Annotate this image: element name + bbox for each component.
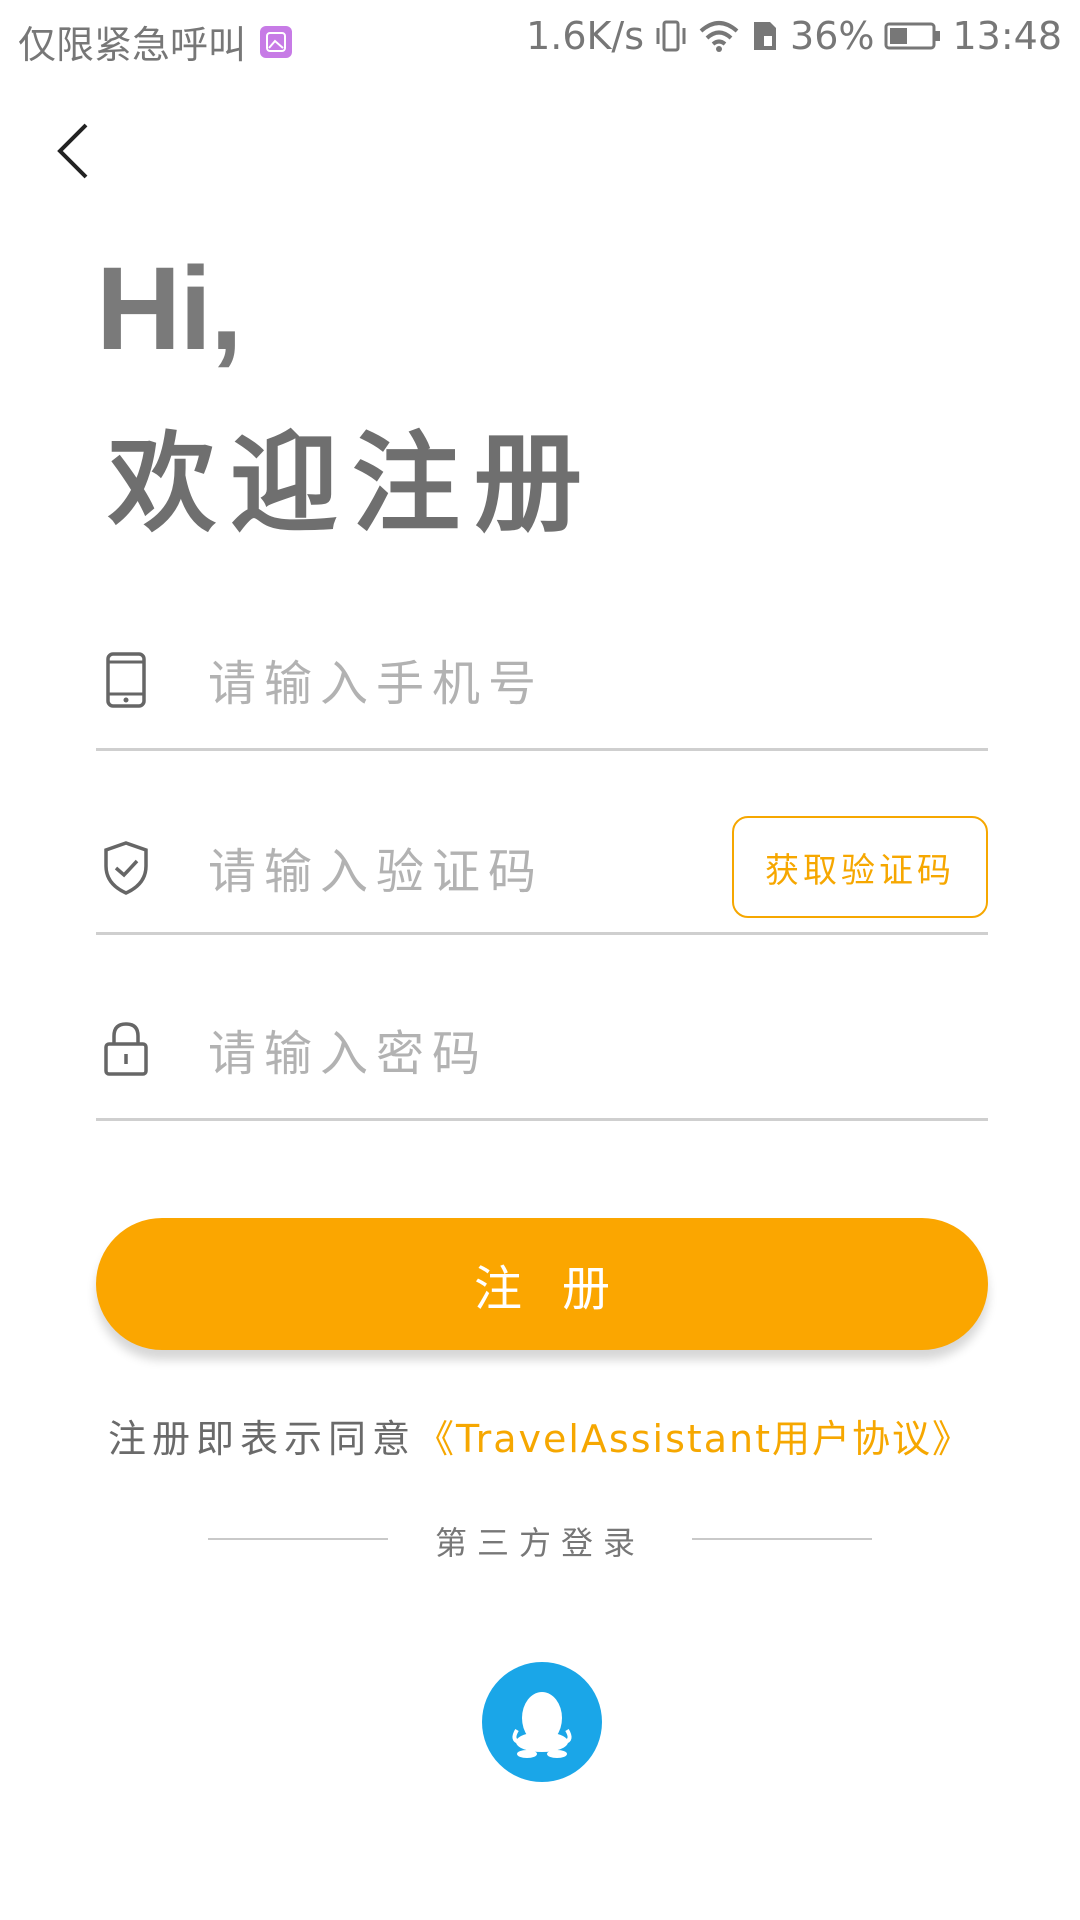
- lock-icon: [104, 1022, 148, 1076]
- phone-field: [96, 608, 988, 751]
- third-party-label: 第三方登录: [434, 1524, 645, 1562]
- phone-input[interactable]: [206, 648, 770, 720]
- network-speed: 1.6K/s: [526, 14, 645, 58]
- back-button[interactable]: [52, 118, 112, 184]
- welcome-title: 欢迎注册: [108, 422, 597, 547]
- greeting-title: Hi,: [96, 243, 243, 375]
- chevron-left-icon: [57, 123, 88, 179]
- agreement-prefix: 注册即表示同意: [107, 1417, 416, 1461]
- battery-icon: [884, 21, 942, 51]
- divider-line-right: [692, 1538, 872, 1540]
- vibrate-icon: [654, 18, 688, 54]
- status-left: 仅限紧急呼叫: [18, 14, 293, 69]
- password-field: [96, 978, 988, 1121]
- code-field: 获取验证码: [96, 792, 988, 935]
- clock: 13:48: [952, 14, 1062, 58]
- register-button[interactable]: 注册: [96, 1218, 988, 1350]
- carrier-text: 仅限紧急呼叫: [18, 23, 247, 67]
- wifi-icon: [698, 19, 740, 53]
- status-bar: 仅限紧急呼叫 1.6K/s 36% 13:48: [0, 0, 1080, 80]
- status-right: 1.6K/s 36% 13:48: [526, 14, 1062, 58]
- qq-penguin-icon: [512, 1692, 572, 1758]
- battery-percent: 36%: [790, 14, 875, 58]
- third-party-divider: 第三方登录: [0, 1518, 1080, 1562]
- shield-check-icon: [104, 841, 148, 895]
- phone-icon: [106, 652, 146, 708]
- code-input[interactable]: [206, 836, 770, 908]
- qq-login-button[interactable]: [482, 1662, 602, 1782]
- gallery-notification-icon: [260, 25, 293, 58]
- user-agreement-link[interactable]: 《TravelAssistant用户协议》: [416, 1417, 972, 1461]
- password-input[interactable]: [206, 1018, 770, 1090]
- sim-card-icon: [750, 18, 780, 54]
- get-code-button[interactable]: 获取验证码: [732, 816, 988, 918]
- agreement-text: 注册即表示同意《TravelAssistant用户协议》: [0, 1408, 1080, 1463]
